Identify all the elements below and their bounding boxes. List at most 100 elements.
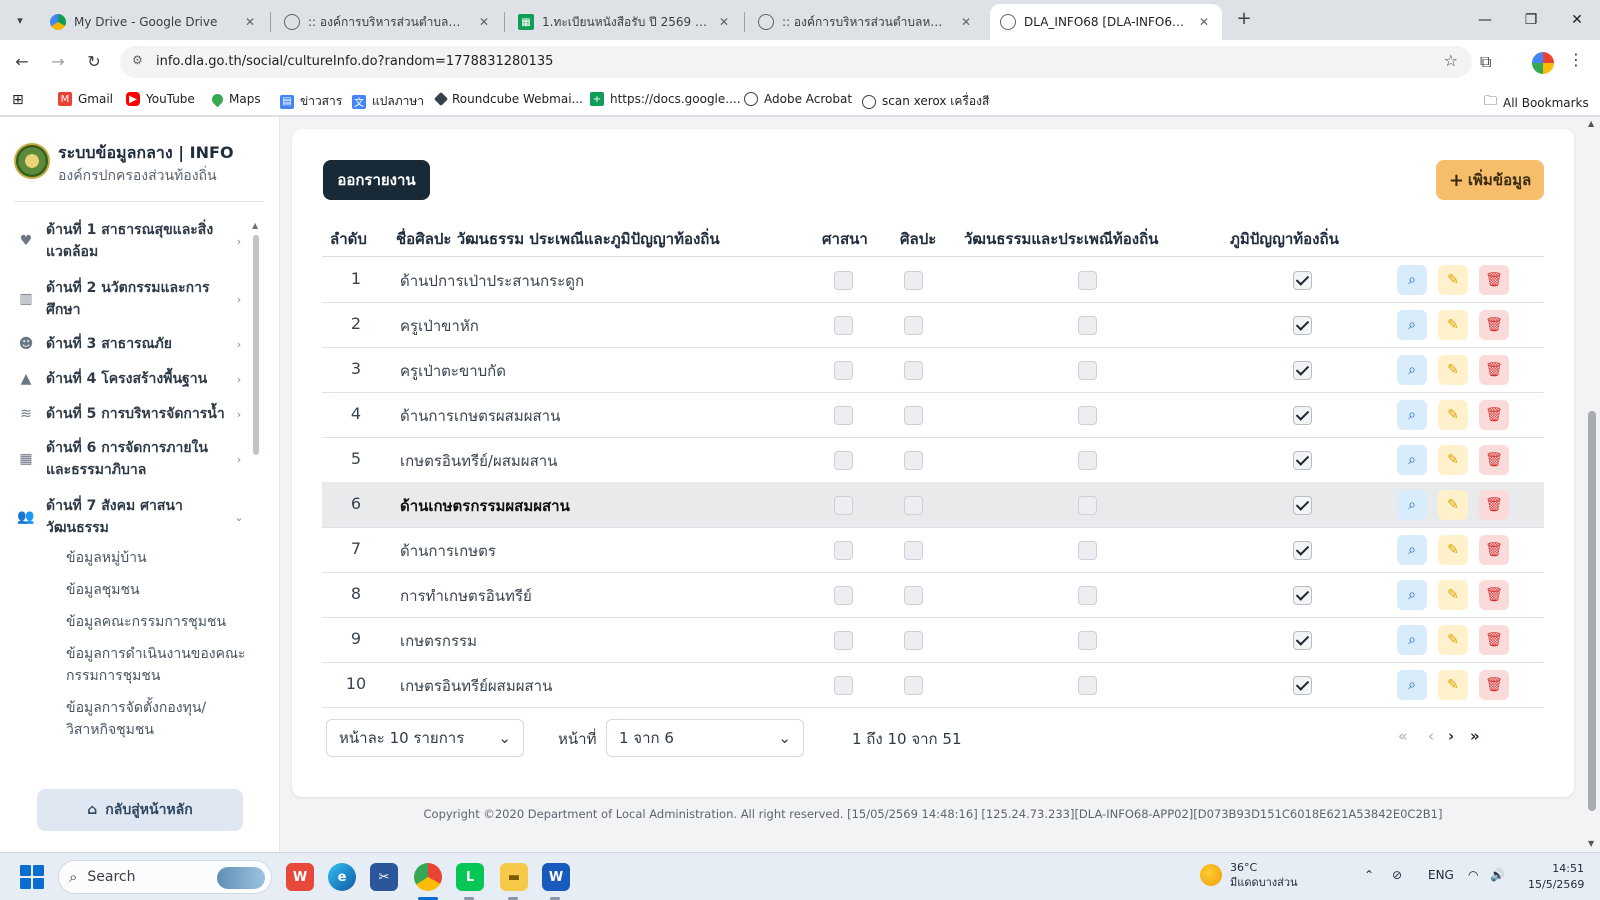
tab-abt-2[interactable]: :: องค์การบริหารส่วนตำบลหมอ (อบต. ✕ <box>748 4 984 40</box>
browser-menu-icon[interactable]: ⋮ <box>1568 50 1584 69</box>
sidebar-item-governance[interactable]: ▦ ด้านที่ 6 การจัดการภายในและธรรมาภิบาล … <box>14 437 246 481</box>
tab-google-drive[interactable]: My Drive - Google Drive ✕ <box>40 4 268 40</box>
omnibox[interactable]: ⚙ info.dla.go.th/social/cultureInfo.do?r… <box>120 46 1472 78</box>
culture-checkbox[interactable] <box>1078 361 1097 380</box>
profile-avatar[interactable] <box>1532 52 1554 74</box>
tab-abt-1[interactable]: :: องค์การบริหารส่วนตำบลหมอ (อบต. ✕ <box>274 4 502 40</box>
minimize-button[interactable]: — <box>1462 0 1508 40</box>
page-scrollbar[interactable]: ▲ ▼ <box>1584 117 1600 852</box>
table-row[interactable]: 3 ครูเป่าตะขาบกัด ⌕ ✎ 🗑 <box>322 347 1544 393</box>
show-hidden-icons[interactable]: ⌃ <box>1364 868 1374 882</box>
url-text[interactable]: info.dla.go.th/social/cultureInfo.do?ran… <box>156 54 553 69</box>
bookmark-adobe-acrobat[interactable]: Adobe Acrobat <box>744 92 852 106</box>
edit-button[interactable]: ✎ <box>1438 670 1468 700</box>
delete-button[interactable]: 🗑 <box>1479 265 1509 295</box>
last-page-icon[interactable]: » <box>1470 727 1480 745</box>
close-window-button[interactable]: ✕ <box>1554 0 1600 40</box>
edit-button[interactable]: ✎ <box>1438 535 1468 565</box>
table-row[interactable]: 1 ด้านปการเป่าประสานกระดูก ⌕ ✎ 🗑 <box>322 257 1544 303</box>
taskbar-clock[interactable]: 14:51 15/5/2569 <box>1528 861 1584 893</box>
submenu-community-fund[interactable]: ข้อมูลการจัดตั้งกองทุน/วิสาหกิจชุมชน <box>66 697 246 741</box>
view-button[interactable]: ⌕ <box>1397 625 1427 655</box>
table-row[interactable]: 6 ด้านเกษตรกรรมผสมผสาน ⌕ ✎ 🗑 <box>322 482 1544 528</box>
weather-widget[interactable]: 36°C มีแดดบางส่วน <box>1200 860 1298 890</box>
table-row[interactable]: 2 ครูเป่าขาหัก ⌕ ✎ 🗑 <box>322 302 1544 348</box>
extensions-icon[interactable]: ⧉ <box>1480 52 1491 72</box>
wisdom-checkbox[interactable] <box>1293 631 1312 650</box>
culture-checkbox[interactable] <box>1078 496 1097 515</box>
edit-button[interactable]: ✎ <box>1438 400 1468 430</box>
language-indicator[interactable]: ENG <box>1428 868 1454 882</box>
delete-button[interactable]: 🗑 <box>1479 580 1509 610</box>
sidebar-item-society[interactable]: 👥 ด้านที่ 7 สังคม ศาสนา วัฒนธรรม ⌄ <box>14 495 246 539</box>
art-checkbox[interactable] <box>904 631 923 650</box>
per-page-select[interactable]: หน้าละ 10 รายการ ⌄ <box>326 719 524 757</box>
volume-icon[interactable]: 🔊 <box>1490 868 1505 882</box>
edit-button[interactable]: ✎ <box>1438 625 1468 655</box>
sidebar-item-education[interactable]: ▥ ด้านที่ 2 นวัตกรรมและการศึกษา › <box>14 277 246 321</box>
religion-checkbox[interactable] <box>834 361 853 380</box>
network-off-icon[interactable]: ⊘ <box>1392 868 1402 882</box>
view-button[interactable]: ⌕ <box>1397 490 1427 520</box>
wisdom-checkbox[interactable] <box>1293 361 1312 380</box>
submenu-committee-operations[interactable]: ข้อมูลการดำเนินงานของคณะกรรมการชุมชน <box>66 643 246 687</box>
religion-checkbox[interactable] <box>834 316 853 335</box>
close-tab-icon[interactable]: ✕ <box>476 15 492 29</box>
view-button[interactable]: ⌕ <box>1397 670 1427 700</box>
culture-checkbox[interactable] <box>1078 406 1097 425</box>
chrome-icon[interactable] <box>414 863 442 891</box>
art-checkbox[interactable] <box>904 406 923 425</box>
prev-page-icon[interactable]: ‹ <box>1428 727 1434 745</box>
culture-checkbox[interactable] <box>1078 271 1097 290</box>
art-checkbox[interactable] <box>904 496 923 515</box>
art-checkbox[interactable] <box>904 316 923 335</box>
edit-button[interactable]: ✎ <box>1438 580 1468 610</box>
delete-button[interactable]: 🗑 <box>1479 535 1509 565</box>
scroll-down-icon[interactable]: ▼ <box>1588 839 1594 848</box>
page-scroll-thumb[interactable] <box>1588 411 1596 811</box>
reload-button[interactable]: ↻ <box>82 50 106 74</box>
wisdom-checkbox[interactable] <box>1293 406 1312 425</box>
art-checkbox[interactable] <box>904 676 923 695</box>
religion-checkbox[interactable] <box>834 496 853 515</box>
word-icon[interactable]: W <box>542 863 570 891</box>
wisdom-checkbox[interactable] <box>1293 676 1312 695</box>
wisdom-checkbox[interactable] <box>1293 586 1312 605</box>
scroll-up-icon[interactable]: ▲ <box>1588 119 1594 128</box>
religion-checkbox[interactable] <box>834 271 853 290</box>
snipping-tool-icon[interactable]: ✂ <box>370 863 398 891</box>
view-button[interactable]: ⌕ <box>1397 310 1427 340</box>
wps-office-icon[interactable]: W <box>286 863 314 891</box>
edit-button[interactable]: ✎ <box>1438 355 1468 385</box>
view-button[interactable]: ⌕ <box>1397 580 1427 610</box>
back-to-home-button[interactable]: ⌂ กลับสู่หน้าหลัก <box>37 789 243 831</box>
delete-button[interactable]: 🗑 <box>1479 445 1509 475</box>
view-button[interactable]: ⌕ <box>1397 445 1427 475</box>
close-tab-icon[interactable]: ✕ <box>958 15 974 29</box>
scroll-up-icon[interactable]: ▲ <box>252 221 258 230</box>
art-checkbox[interactable] <box>904 586 923 605</box>
add-data-button[interactable]: + เพิ่มข้อมูล <box>1436 160 1544 200</box>
page-select[interactable]: 1 จาก 6 ⌄ <box>606 719 804 757</box>
delete-button[interactable]: 🗑 <box>1479 625 1509 655</box>
culture-checkbox[interactable] <box>1078 541 1097 560</box>
table-row[interactable]: 9 เกษตรกรรม ⌕ ✎ 🗑 <box>322 617 1544 663</box>
art-checkbox[interactable] <box>904 541 923 560</box>
table-row[interactable]: 7 ด้านการเกษตร ⌕ ✎ 🗑 <box>322 527 1544 573</box>
table-row[interactable]: 5 เกษตรอินทรีย์/ผสมผสาน ⌕ ✎ 🗑 <box>322 437 1544 483</box>
delete-button[interactable]: 🗑 <box>1479 670 1509 700</box>
religion-checkbox[interactable] <box>834 541 853 560</box>
close-tab-icon[interactable]: ✕ <box>242 15 258 29</box>
submenu-community-committee[interactable]: ข้อมูลคณะกรรมการชุมชน <box>66 611 246 633</box>
first-page-icon[interactable]: « <box>1398 727 1408 745</box>
tab-dla-info[interactable]: DLA_INFO68 [DLA-INFO68-APP02] ✕ <box>990 4 1222 40</box>
close-tab-icon[interactable]: ✕ <box>1196 15 1212 29</box>
submenu-community[interactable]: ข้อมูลชุมชน <box>66 579 246 601</box>
bookmark-star-icon[interactable]: ☆ <box>1444 51 1458 70</box>
religion-checkbox[interactable] <box>834 451 853 470</box>
next-page-icon[interactable]: › <box>1448 727 1454 745</box>
bookmark-translate[interactable]: 文 แปลภาษา <box>352 92 424 111</box>
sidebar-item-infrastructure[interactable]: ▲ ด้านที่ 4 โครงสร้างพื้นฐาน › <box>14 368 246 390</box>
delete-button[interactable]: 🗑 <box>1479 490 1509 520</box>
art-checkbox[interactable] <box>904 361 923 380</box>
